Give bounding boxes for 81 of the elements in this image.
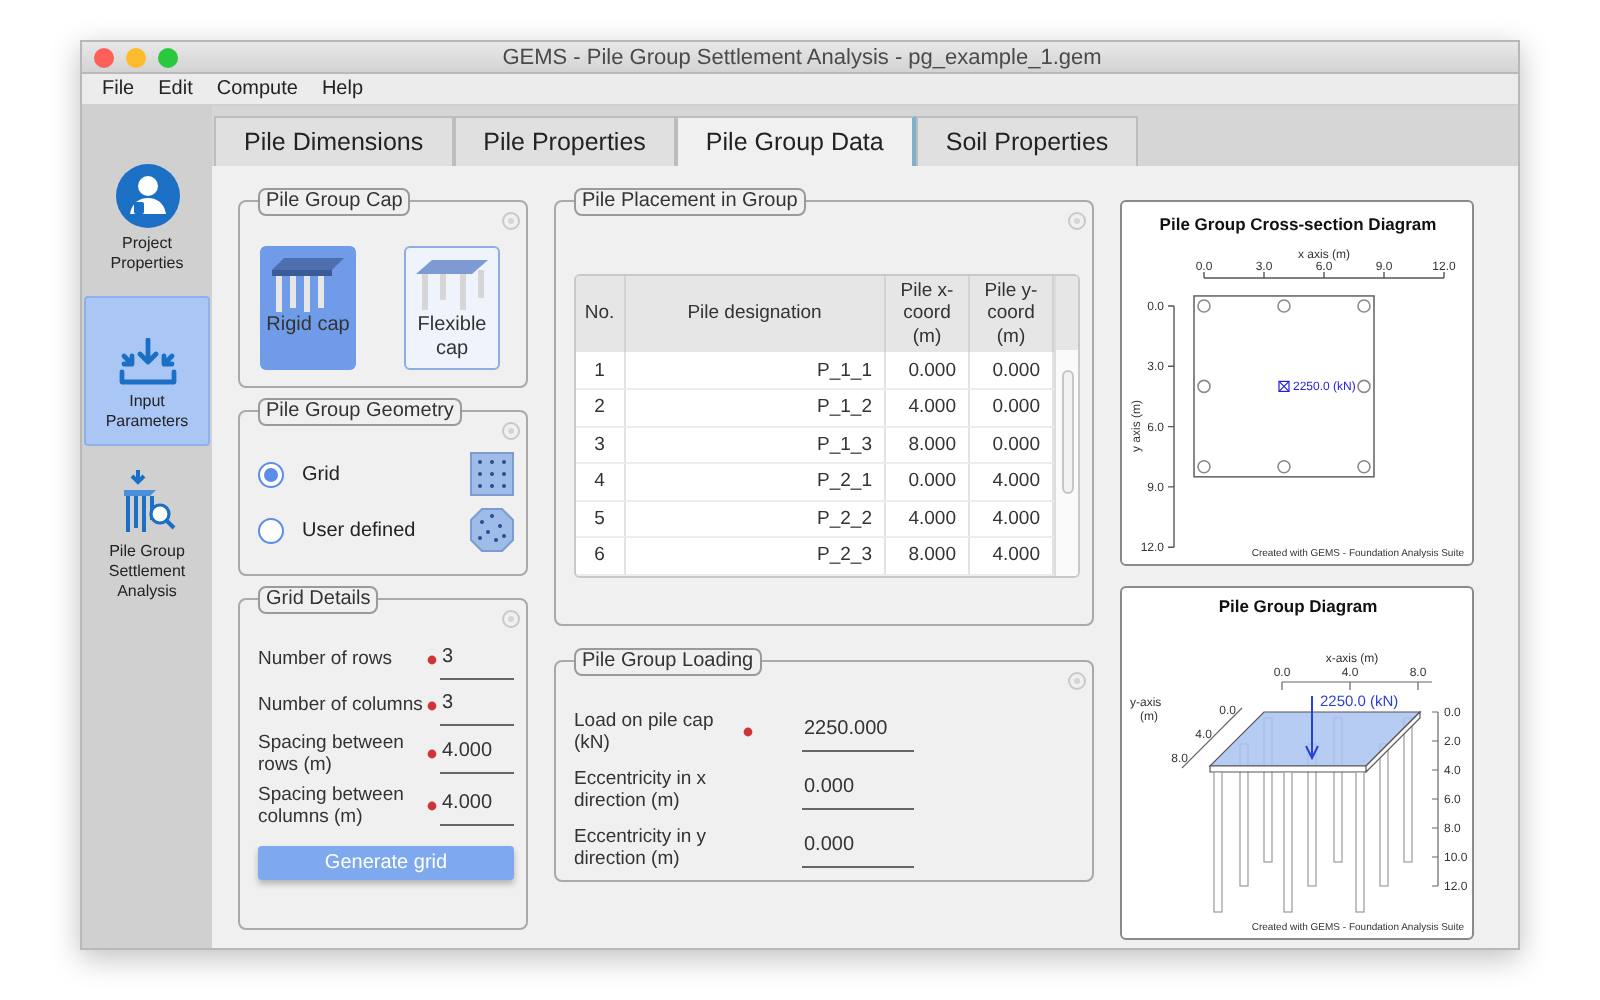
field-label: Spacing between rows (m) <box>258 732 406 778</box>
table-cell: 0.000 <box>885 352 969 390</box>
group-title: Pile Group Geometry <box>258 398 462 426</box>
table-cell: 3 <box>576 426 624 464</box>
arrows-into-tray-icon <box>117 338 177 386</box>
tab[interactable]: Pile Group Data <box>675 116 916 166</box>
chart-title: Pile Group Cross-section Diagram <box>1159 214 1437 234</box>
table-cell: 0.000 <box>885 463 969 501</box>
radio-option[interactable]: User defined <box>258 517 416 543</box>
table-cell: 4 <box>576 463 624 501</box>
table-cell: 5 <box>576 500 624 538</box>
group-title: Pile Group Loading <box>574 648 762 676</box>
column-header[interactable]: No. <box>576 276 624 353</box>
zoom-button[interactable] <box>158 47 178 67</box>
field-label: Eccentricity in y direction (m) <box>574 825 708 871</box>
help-icon[interactable] <box>502 422 520 440</box>
field-label: Eccentricity in x direction (m) <box>574 767 708 814</box>
chart-title: Pile Group Diagram <box>1218 596 1378 616</box>
load-marker <box>1278 380 1290 392</box>
input-field[interactable]: 0.000 <box>802 770 914 811</box>
person-icon <box>115 164 179 228</box>
column-header[interactable]: Pile y-coord (m) <box>969 276 1053 353</box>
help-icon[interactable] <box>1068 672 1086 690</box>
radio-option[interactable]: Grid <box>258 461 340 487</box>
rigid-cap-icon <box>268 254 348 314</box>
load-arrow <box>1305 695 1319 761</box>
tab[interactable]: Soil Properties <box>915 116 1139 166</box>
radio-button[interactable] <box>258 517 284 543</box>
field-label: Number of rows <box>258 648 395 672</box>
field-label: Spacing between columns (m) <box>258 783 406 830</box>
menu-item[interactable]: Compute <box>216 78 298 100</box>
close-button[interactable] <box>94 47 114 67</box>
sidebar-item[interactable]: Input Parameters <box>84 296 210 446</box>
input-field[interactable]: 3 <box>440 640 514 680</box>
menu-item[interactable]: Edit <box>158 78 193 100</box>
menu-item[interactable]: File <box>102 78 135 100</box>
table-cell: 4.000 <box>885 389 969 427</box>
minimize-button[interactable] <box>126 47 146 67</box>
table-cell: 2 <box>576 389 624 427</box>
input-field[interactable]: 2250.000 <box>802 712 914 753</box>
table-cell: 4.000 <box>885 500 969 538</box>
table-cell: 1 <box>576 352 624 390</box>
help-icon[interactable] <box>502 610 520 628</box>
cap-option-button[interactable]: Flexible cap <box>404 246 500 370</box>
help-icon[interactable] <box>502 212 520 230</box>
field-label: Number of columns <box>258 694 425 718</box>
help-icon[interactable] <box>1068 212 1086 230</box>
scrollbar[interactable] <box>1054 276 1078 576</box>
group-title: Pile Placement in Group <box>574 188 806 216</box>
menu-item[interactable]: Help <box>321 78 364 100</box>
sidebar-item[interactable]: Project Properties <box>84 158 210 280</box>
table-cell: P_1_2 <box>624 389 885 427</box>
table-cell: P_1_3 <box>624 426 885 464</box>
input-field[interactable]: 0.000 <box>802 827 914 868</box>
sidebar-item[interactable]: Pile Group Settlement Analysis <box>84 462 210 608</box>
scattered-dots-icon <box>470 508 514 552</box>
table-cell: 8.000 <box>885 537 969 575</box>
dot-grid-icon <box>470 452 514 496</box>
flexible-cap-icon <box>412 254 492 314</box>
window-title: GEMS - Pile Group Settlement Analysis - pg_example_1.gem <box>500 45 1104 69</box>
table-cell: 8.000 <box>885 426 969 464</box>
table-cell: 6 <box>576 537 624 575</box>
table-cell: P_1_1 <box>624 352 885 390</box>
field-label: Load on pile cap (kN) <box>574 710 716 756</box>
radio-button[interactable] <box>258 461 284 487</box>
input-field[interactable]: 4.000 <box>440 786 514 827</box>
column-header[interactable]: Pile x-coord (m) <box>885 276 969 353</box>
input-field[interactable]: 3 <box>440 686 514 726</box>
table-cell: P_2_1 <box>624 463 885 501</box>
table-cell: P_2_2 <box>624 500 885 538</box>
cap-option-button[interactable]: Rigid cap <box>260 246 356 370</box>
column-header[interactable]: Pile designation <box>624 276 885 353</box>
tab[interactable]: Pile Properties <box>453 116 676 166</box>
input-field[interactable]: 4.000 <box>440 734 514 775</box>
sidebar-label: Pile Group Settlement Analysis <box>106 542 188 602</box>
sidebar-label: Input Parameters <box>103 392 191 432</box>
sidebar-label: Project Properties <box>108 234 186 274</box>
group-title: Grid Details <box>258 586 379 614</box>
tab[interactable]: Pile Dimensions <box>214 116 454 166</box>
group-title: Pile Group Cap <box>258 188 411 216</box>
table-cell: P_2_3 <box>624 537 885 575</box>
